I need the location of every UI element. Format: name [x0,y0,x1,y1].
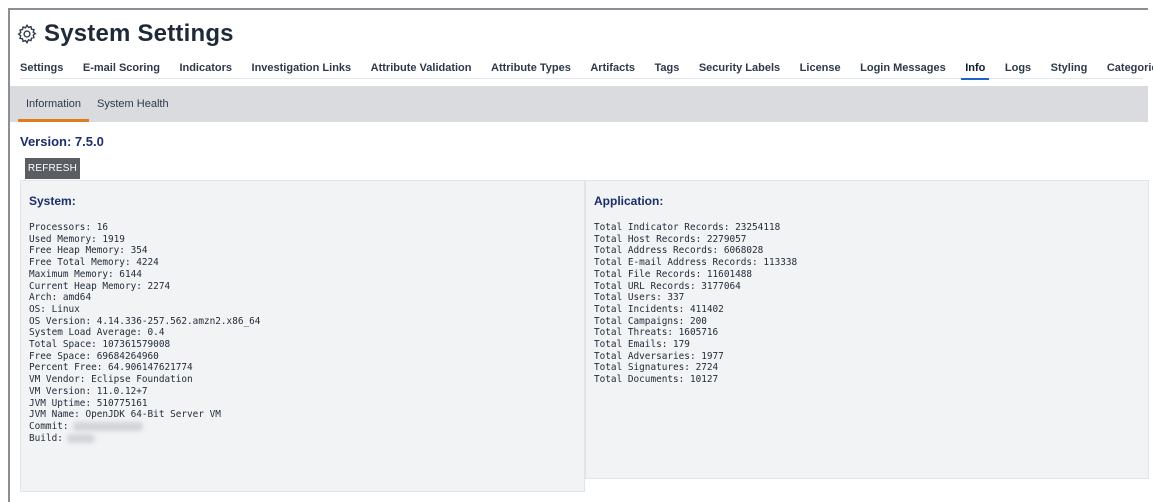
system-info-line: Free Heap Memory: 354 [29,245,148,257]
tab-license[interactable]: License [800,56,841,78]
system-info-line: Used Memory: 1919 [29,233,125,245]
redacted-build-value [66,434,95,443]
tab-indicators[interactable]: Indicators [179,56,232,78]
system-info-line: Arch: amd64 [29,292,92,304]
system-info-line: JVM Name: OpenJDK 64-Bit Server VM [29,409,221,421]
build-label: Build: [29,432,63,444]
commit-line: Commit: [29,421,260,433]
tab-attribute-types[interactable]: Attribute Types [491,56,571,78]
application-info-line: Total Campaigns: 200 [594,315,707,327]
version-label: Version: 7.5.0 [20,134,104,149]
system-info-line: Percent Free: 64.906147621774 [29,362,193,374]
system-panel: System: Processors: 16 Used Memory: 1919… [20,180,585,492]
system-info-line: System Load Average: 0.4 [29,327,165,339]
sub-tab-information[interactable]: Information [10,86,90,122]
system-info-line: VM Vendor: Eclipse Foundation [29,374,193,386]
tab-tags[interactable]: Tags [654,56,679,78]
application-panel: Application: Total Indicator Records: 23… [585,180,1149,479]
system-info-line: OS: Linux [29,303,80,315]
system-info-line: Current Heap Memory: 2274 [29,280,171,292]
application-info-line: Total Indicator Records: 23254118 [594,222,781,233]
sub-tab-system-health[interactable]: System Health [89,86,177,122]
application-info-line: Total Incidents: 411402 [594,303,724,315]
page-title: System Settings [16,16,234,52]
application-info-line: Total Threats: 1605716 [594,327,719,339]
application-heading: Application: [594,194,664,208]
system-info-line: Processors: 16 [29,222,109,233]
application-info-line: Total E-mail Address Records: 113338 [594,257,798,269]
application-info-line: Total Users: 337 [594,292,685,304]
build-line: Build: [29,433,260,445]
application-info-line: Total Address Records: 6068028 [594,245,764,257]
tab-email-scoring[interactable]: E-mail Scoring [83,56,160,78]
system-info-line: Total Space: 107361579008 [29,339,171,351]
commit-label: Commit: [29,420,69,432]
application-info-line: Total Adversaries: 1977 [594,350,724,362]
page-title-text: System Settings [44,20,234,47]
system-info-line: JVM Uptime: 510775161 [29,397,148,409]
tab-investigation-links[interactable]: Investigation Links [252,56,352,78]
system-heading: System: [29,194,76,208]
tab-categories[interactable]: Categories [1107,56,1153,78]
application-info-line: Total File Records: 11601488 [594,268,753,280]
tab-info[interactable]: Info [961,56,990,80]
system-info-line: Free Total Memory: 4224 [29,257,159,269]
application-info-line: Total URL Records: 3177064 [594,280,741,292]
tab-artifacts[interactable]: Artifacts [590,56,635,78]
info-sub-tabs: Information System Health [10,86,1148,122]
application-info-list: Total Indicator Records: 23254118 Total … [594,222,797,386]
system-info-line: Free Space: 69684264960 [29,350,159,362]
application-info-line: Total Host Records: 2279057 [594,233,747,245]
system-info-line: VM Version: 11.0.12+7 [29,385,148,397]
redacted-commit-value [72,422,143,432]
tab-logs[interactable]: Logs [1005,56,1031,78]
application-info-line: Total Documents: 10127 [594,374,719,386]
system-info-list: Processors: 16 Used Memory: 1919 Free He… [29,222,260,444]
settings-tabs: Settings E-mail Scoring Indicators Inves… [20,56,1153,80]
application-info-line: Total Emails: 179 [594,339,690,351]
gear-icon [16,23,38,45]
tab-settings[interactable]: Settings [20,56,63,78]
system-info-line: Maximum Memory: 6144 [29,268,142,280]
tab-attribute-validation[interactable]: Attribute Validation [371,56,472,78]
tab-styling[interactable]: Styling [1051,56,1088,78]
tab-login-messages[interactable]: Login Messages [860,56,946,78]
refresh-button[interactable]: REFRESH [25,158,80,179]
application-info-line: Total Signatures: 2724 [594,362,719,374]
tab-security-labels[interactable]: Security Labels [699,56,780,78]
system-info-line: OS Version: 4.14.336-257.562.amzn2.x86_6… [29,315,261,327]
